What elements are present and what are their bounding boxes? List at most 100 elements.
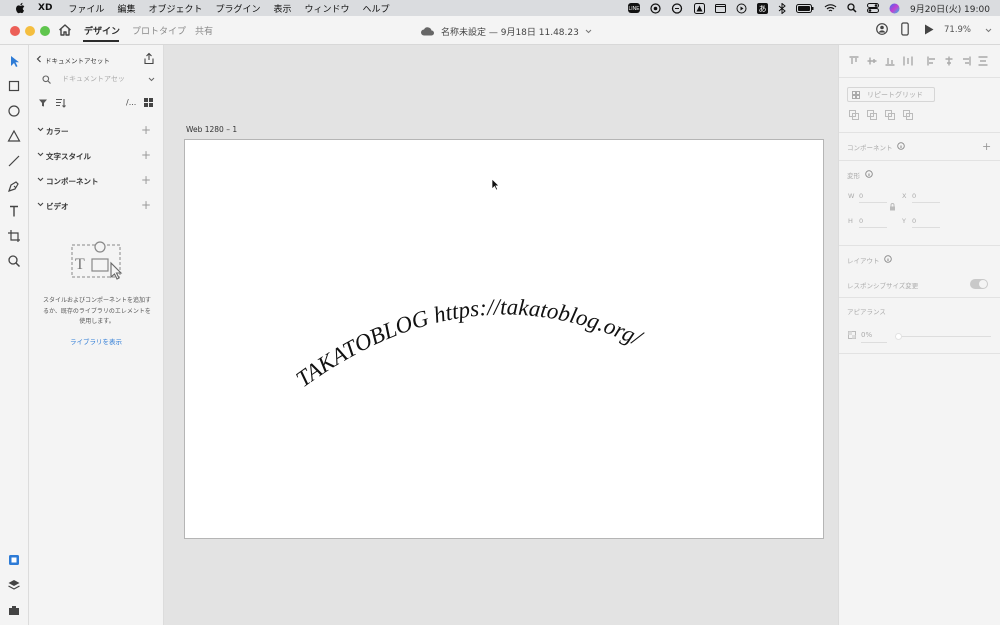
share-icon[interactable] bbox=[143, 52, 155, 65]
align-right-icon[interactable] bbox=[961, 56, 971, 66]
input-method-icon[interactable]: あ bbox=[757, 2, 768, 14]
responsive-resize-toggle[interactable] bbox=[970, 279, 988, 289]
pen-tool-icon[interactable] bbox=[6, 178, 22, 194]
menu-plugin[interactable]: プラグイン bbox=[215, 2, 260, 15]
arc-text-graphic[interactable]: TAKATOBLOG https://takatoblog.org/ bbox=[185, 140, 825, 540]
search-box[interactable]: ドキュメントアセッ bbox=[37, 73, 157, 87]
search-input[interactable]: ドキュメントアセッ bbox=[62, 74, 125, 84]
layers-panel-icon[interactable] bbox=[6, 577, 22, 593]
rectangle-tool-icon[interactable] bbox=[6, 78, 22, 94]
distribute-horizontal-icon[interactable] bbox=[903, 56, 913, 66]
y-field[interactable]: 0 bbox=[912, 217, 916, 225]
section-label: コンポーネント bbox=[46, 177, 99, 186]
apple-icon[interactable] bbox=[14, 2, 28, 14]
triangle-icon[interactable] bbox=[694, 2, 705, 14]
search-dropdown-chevron-icon[interactable] bbox=[148, 77, 155, 82]
folder-icon[interactable] bbox=[715, 3, 726, 13]
close-window-button[interactable] bbox=[10, 26, 20, 36]
play-icon[interactable] bbox=[924, 24, 934, 35]
device-preview-icon[interactable] bbox=[901, 22, 909, 36]
user-icon[interactable] bbox=[876, 22, 888, 36]
target-icon[interactable] bbox=[650, 2, 661, 14]
plugins-panel-icon[interactable] bbox=[6, 602, 22, 618]
spotlight-search-icon[interactable] bbox=[847, 3, 857, 13]
height-field[interactable]: 0 bbox=[859, 217, 863, 225]
boolean-intersect-icon[interactable] bbox=[885, 110, 895, 120]
ellipse-tool-icon[interactable] bbox=[6, 103, 22, 119]
info-icon[interactable] bbox=[884, 255, 892, 263]
menu-window[interactable]: ウィンドウ bbox=[305, 2, 350, 15]
zoom-window-button[interactable] bbox=[40, 26, 50, 36]
menu-object[interactable]: オブジェクト bbox=[148, 2, 202, 15]
empty-state-line: るか、既存のライブラリのエレメントを bbox=[43, 307, 151, 315]
align-top-icon[interactable] bbox=[849, 56, 859, 66]
info-icon[interactable] bbox=[897, 142, 905, 150]
repeat-grid-icon bbox=[852, 91, 860, 99]
zoom-chevron-icon[interactable] bbox=[985, 28, 992, 33]
assets-panel-icon[interactable] bbox=[6, 552, 22, 568]
opacity-field[interactable]: 0% bbox=[861, 331, 872, 339]
x-field[interactable]: 0 bbox=[912, 192, 916, 200]
lock-aspect-icon[interactable] bbox=[889, 203, 896, 211]
add-color-icon[interactable]: + bbox=[141, 124, 151, 136]
arc-text[interactable]: TAKATOBLOG https://takatoblog.org/ bbox=[291, 294, 647, 392]
add-character-style-icon[interactable]: + bbox=[141, 149, 151, 161]
minimize-window-button[interactable] bbox=[25, 26, 35, 36]
boolean-subtract-icon[interactable] bbox=[867, 110, 877, 120]
play-circle-icon[interactable] bbox=[736, 3, 747, 14]
list-view-button[interactable]: /... bbox=[126, 98, 136, 107]
artboard-label[interactable]: Web 1280 – 1 bbox=[186, 125, 237, 134]
siri-icon[interactable] bbox=[889, 3, 900, 14]
align-middle-icon[interactable] bbox=[867, 56, 877, 66]
opacity-slider-handle[interactable] bbox=[895, 333, 902, 340]
align-bottom-icon[interactable] bbox=[885, 56, 895, 66]
grid-view-icon[interactable] bbox=[144, 98, 153, 107]
text-tool-icon[interactable] bbox=[6, 203, 22, 219]
battery-icon[interactable] bbox=[796, 3, 814, 13]
menu-help[interactable]: ヘルプ bbox=[363, 2, 390, 15]
width-field[interactable]: 0 bbox=[859, 192, 863, 200]
align-left-icon[interactable] bbox=[927, 56, 937, 66]
filter-icon[interactable] bbox=[38, 98, 48, 108]
menu-file[interactable]: ファイル bbox=[68, 2, 104, 15]
section-chevron-icon bbox=[37, 202, 44, 207]
back-chevron-icon[interactable] bbox=[36, 55, 42, 63]
control-center-icon[interactable] bbox=[867, 3, 879, 13]
app-menu[interactable]: XD bbox=[38, 3, 52, 13]
artboard[interactable]: TAKATOBLOG https://takatoblog.org/ bbox=[184, 139, 824, 539]
menu-view[interactable]: 表示 bbox=[273, 2, 291, 15]
select-tool-icon[interactable] bbox=[6, 53, 22, 69]
zoom-tool-icon[interactable] bbox=[6, 253, 22, 269]
sync-icon[interactable] bbox=[671, 2, 684, 14]
distribute-vertical-icon[interactable] bbox=[978, 56, 988, 66]
view-libraries-link[interactable]: ライブラリを表示 bbox=[70, 336, 122, 346]
tab-share[interactable]: 共有 bbox=[195, 24, 213, 37]
boolean-add-icon[interactable] bbox=[849, 110, 859, 120]
add-component-icon[interactable]: + bbox=[141, 174, 151, 186]
repeat-grid-button[interactable]: リピートグリッド bbox=[847, 87, 935, 102]
document-title[interactable]: 名称未設定 — 9月18日 11.48.23 bbox=[420, 25, 592, 38]
add-component-state-icon[interactable]: + bbox=[982, 140, 991, 153]
divider bbox=[839, 132, 1000, 133]
zoom-level[interactable]: 71.9% bbox=[944, 25, 971, 35]
active-tab-indicator bbox=[83, 40, 119, 42]
width-field-underline bbox=[859, 202, 887, 203]
home-icon[interactable] bbox=[58, 23, 72, 37]
artboard-tool-icon[interactable] bbox=[6, 228, 22, 244]
menu-edit[interactable]: 編集 bbox=[117, 2, 135, 15]
add-video-icon[interactable]: + bbox=[141, 199, 151, 211]
tab-prototype[interactable]: プロトタイプ bbox=[132, 24, 186, 37]
clock[interactable]: 9月20日(火) 19:00 bbox=[910, 2, 990, 15]
bluetooth-icon[interactable] bbox=[778, 2, 786, 14]
design-canvas[interactable]: Web 1280 – 1 TAKATOBLOG https://takatobl… bbox=[164, 45, 838, 625]
info-icon[interactable] bbox=[865, 170, 873, 178]
tab-design[interactable]: デザイン bbox=[84, 24, 120, 37]
opacity-slider[interactable] bbox=[895, 333, 991, 340]
align-center-icon[interactable] bbox=[944, 56, 954, 66]
sort-icon[interactable] bbox=[55, 98, 66, 108]
wifi-icon[interactable] bbox=[824, 3, 837, 13]
line-tool-icon[interactable] bbox=[6, 153, 22, 169]
polygon-tool-icon[interactable] bbox=[6, 128, 22, 144]
line-icon[interactable]: LINE bbox=[628, 3, 640, 13]
boolean-exclude-icon[interactable] bbox=[903, 110, 913, 120]
